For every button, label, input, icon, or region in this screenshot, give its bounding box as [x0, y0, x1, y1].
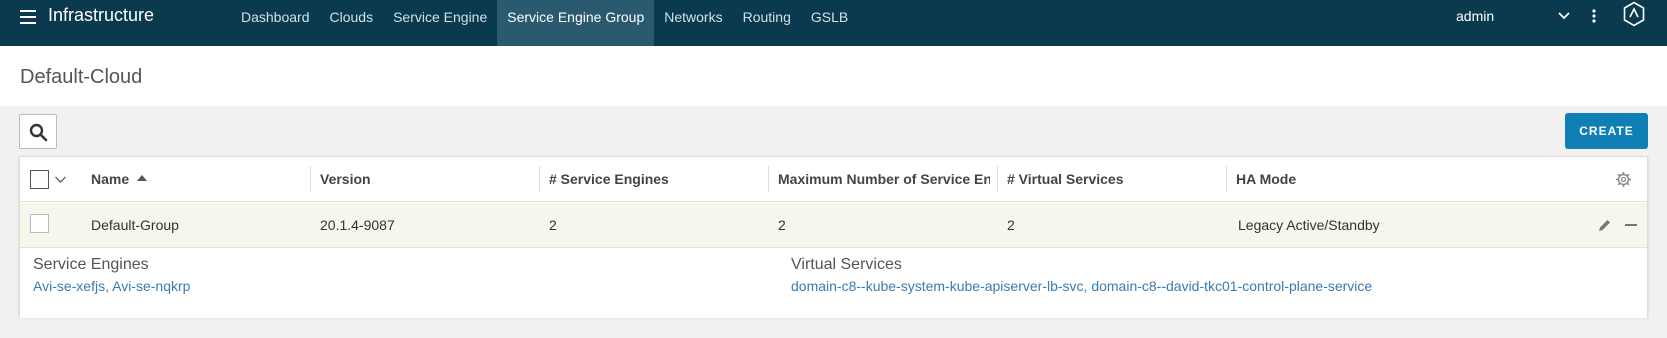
- user-menu[interactable]: admin: [1456, 8, 1494, 24]
- column-header-virtual-services[interactable]: # Virtual Services: [1007, 157, 1217, 202]
- service-engine-link[interactable]: Avi-se-xefjs: [33, 278, 105, 294]
- page-title: Default-Cloud: [20, 66, 143, 88]
- row-details: Service Engines Avi-se-xefjs, Avi-se-nqk…: [20, 248, 1647, 318]
- select-all-checkbox[interactable]: [30, 170, 49, 189]
- table-row[interactable]: Default-Group 20.1.4-9087 2 2 2 Legacy A…: [20, 203, 1647, 248]
- collapse-row-icon[interactable]: [1625, 224, 1637, 226]
- chevron-down-icon[interactable]: [1557, 9, 1571, 23]
- nav-dashboard[interactable]: Dashboard: [231, 0, 320, 46]
- cell-max-service-engines: 2: [778, 217, 786, 233]
- details-service-engines-list: Avi-se-xefjs, Avi-se-nqkrp: [33, 278, 191, 294]
- top-navigation-bar: Infrastructure Dashboard Clouds Service …: [0, 0, 1667, 46]
- chevron-down-icon[interactable]: [54, 173, 67, 186]
- table-header: Name Version # Service Engines Maximum N…: [20, 157, 1647, 202]
- details-service-engines-title: Service Engines: [33, 256, 149, 273]
- cell-name[interactable]: Default-Group: [91, 203, 179, 248]
- search-button[interactable]: [19, 114, 57, 149]
- page-header: Default-Cloud: [0, 46, 1667, 106]
- main-nav: Dashboard Clouds Service Engine Service …: [231, 0, 858, 46]
- nav-routing[interactable]: Routing: [733, 0, 801, 46]
- more-vertical-icon[interactable]: [1590, 8, 1598, 24]
- nav-service-engine-group[interactable]: Service Engine Group: [497, 0, 655, 46]
- nav-networks[interactable]: Networks: [654, 0, 732, 46]
- virtual-service-link[interactable]: domain-c8--kube-system-kube-apiserver-lb…: [791, 278, 1084, 294]
- column-header-version[interactable]: Version: [320, 157, 530, 202]
- cell-virtual-services: 2: [1007, 217, 1015, 233]
- nav-service-engine[interactable]: Service Engine: [383, 0, 497, 46]
- nav-clouds[interactable]: Clouds: [320, 0, 384, 46]
- service-engine-link[interactable]: Avi-se-nqkrp: [112, 278, 190, 294]
- cell-ha-mode: Legacy Active/Standby: [1238, 217, 1380, 233]
- column-header-name[interactable]: Name: [91, 157, 148, 202]
- gear-icon[interactable]: [1615, 171, 1632, 188]
- sort-asc-icon: [137, 175, 148, 181]
- create-button[interactable]: CREATE: [1565, 113, 1648, 149]
- cell-service-engines: 2: [549, 217, 557, 233]
- cell-version: 20.1.4-9087: [320, 217, 395, 233]
- menu-icon[interactable]: [20, 10, 36, 24]
- nav-gslb[interactable]: GSLB: [801, 0, 858, 46]
- column-header-ha-mode[interactable]: HA Mode: [1236, 157, 1436, 202]
- details-virtual-services-list: domain-c8--kube-system-kube-apiserver-lb…: [791, 278, 1373, 294]
- virtual-service-link[interactable]: domain-c8--david-tkc01-control-plane-ser…: [1091, 278, 1372, 294]
- column-header-max-service-engines[interactable]: Maximum Number of Service En...: [778, 157, 990, 202]
- service-engine-group-table: Name Version # Service Engines Maximum N…: [19, 156, 1648, 318]
- details-virtual-services-title: Virtual Services: [791, 256, 902, 273]
- avi-logo-icon[interactable]: [1623, 1, 1645, 27]
- search-icon: [29, 123, 48, 142]
- row-checkbox[interactable]: [30, 214, 49, 233]
- column-header-service-engines[interactable]: # Service Engines: [549, 157, 759, 202]
- edit-icon[interactable]: [1597, 218, 1612, 233]
- app-title: Infrastructure: [48, 5, 155, 25]
